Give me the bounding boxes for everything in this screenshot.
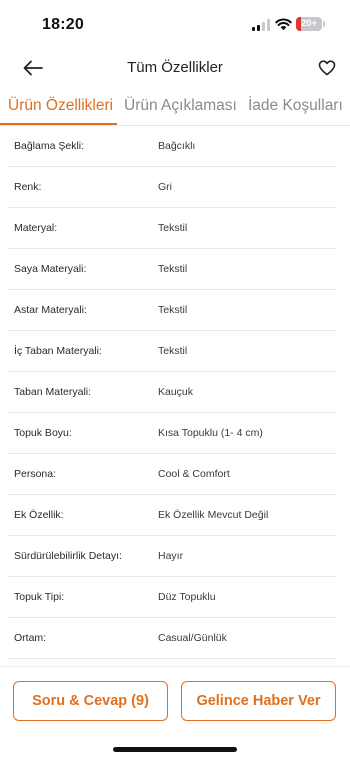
tab-return-conditions[interactable]: İade Koşulları [248,97,343,115]
spec-row: Topuk Tipi: Düz Topuklu [8,577,336,618]
battery-label: 20+ [300,18,318,29]
spec-key: Persona: [14,468,57,480]
spec-value: Gri [158,181,172,193]
cellular-signal-icon [252,19,270,31]
spec-row: Bağlama Şekli: Bağcıklı [8,126,336,167]
status-time: 18:20 [42,16,84,33]
spec-value: Kısa Topuklu (1- 4 cm) [158,427,263,439]
spec-value: Hayır [158,550,184,562]
tab-bar: Ürün Özellikleri Ürün Açıklaması İade Ko… [0,88,350,126]
spec-key: Taban Materyali: [14,386,92,398]
bottom-action-bar: Soru & Cevap (9) Gelince Haber Ver [0,666,350,758]
spec-key: Topuk Tipi: [14,591,65,603]
spec-key: Ortam: [14,632,47,644]
status-bar: 18:20 20+ [0,0,350,48]
questions-answers-button[interactable]: Soru & Cevap (9) [13,681,168,721]
spec-key: Renk: [14,181,42,193]
wifi-icon [275,18,292,31]
tab-product-features[interactable]: Ürün Özellikleri [8,97,113,115]
spec-list: Bağlama Şekli: Bağcıklı Renk: Gri Materyal… [8,126,336,659]
spec-row: Ek Özellik: Ek Özellik Mevcut Değil [8,495,336,536]
spec-value: Tekstil [158,263,188,275]
spec-value: Tekstil [158,222,188,234]
battery-icon: 20+ [296,17,322,31]
spec-key: Bağlama Şekli: [14,140,85,152]
spec-value: Kauçuk [158,386,194,398]
spec-row: İç Taban Materyali: Tekstil [8,331,336,372]
navigation-bar: Tüm Özellikler [0,48,350,88]
spec-row: Persona: Cool & Comfort [8,454,336,495]
spec-key: Saya Materyali: [14,263,87,275]
spec-key: Materyal: [14,222,58,234]
page-title: Tüm Özellikler [127,59,223,76]
spec-row: Taban Materyali: Kauçuk [8,372,336,413]
spec-key: Topuk Boyu: [14,427,72,439]
spec-row: Ortam: Casual/Günlük [8,618,336,659]
heart-outline-icon [318,60,336,76]
favorite-button[interactable] [316,57,338,79]
spec-value: Tekstil [158,304,188,316]
spec-key: İç Taban Materyali: [14,345,102,357]
spec-row: Saya Materyali: Tekstil [8,249,336,290]
spec-row: Sürdürülebilirlik Detayı: Hayır [8,536,336,577]
spec-row: Renk: Gri [8,167,336,208]
spec-key: Sürdürülebilirlik Detayı: [14,550,122,562]
spec-value: Ek Özellik Mevcut Değil [158,509,269,521]
home-indicator [113,747,237,752]
tab-product-description[interactable]: Ürün Açıklaması [124,97,237,115]
spec-value: Tekstil [158,345,188,357]
spec-row: Topuk Boyu: Kısa Topuklu (1- 4 cm) [8,413,336,454]
spec-value: Casual/Günlük [158,632,227,644]
notify-when-available-button[interactable]: Gelince Haber Ver [181,681,336,721]
spec-value: Düz Topuklu [158,591,216,603]
spec-key: Ek Özellik: [14,509,64,521]
spec-value: Bağcıklı [158,140,196,152]
spec-row: Materyal: Tekstil [8,208,336,249]
spec-row: Astar Materyali: Tekstil [8,290,336,331]
spec-key: Astar Materyali: [14,304,87,316]
battery-tip [323,21,325,27]
spec-value: Cool & Comfort [158,468,230,480]
